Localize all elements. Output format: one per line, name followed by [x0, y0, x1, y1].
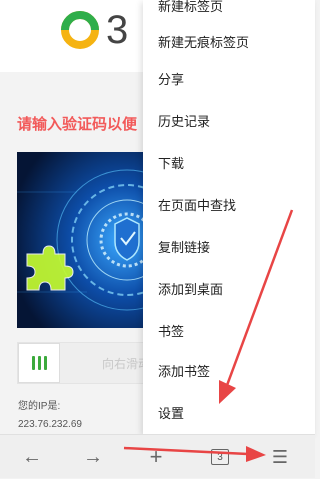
- logo-text: 3: [106, 8, 129, 52]
- new-tab-icon[interactable]: +: [136, 435, 176, 479]
- bottom-toolbar: ← → + 3 ☰: [0, 434, 315, 478]
- ip-label: 您的IP是:: [18, 401, 61, 412]
- menu-item-copy-link[interactable]: 复制链接: [143, 226, 315, 266]
- captcha-title: 请输入验证码以便: [17, 116, 138, 133]
- overflow-menu: 新建标签页 新建无痕标签页 分享 历史记录 下载 在页面中查找 复制链接 添加到…: [143, 0, 315, 434]
- back-icon[interactable]: ←: [12, 435, 52, 479]
- grip-icon: [31, 356, 35, 370]
- logo-icon: [61, 11, 99, 49]
- menu-icon[interactable]: ☰: [260, 435, 300, 479]
- tab-count-badge: 3: [211, 449, 229, 465]
- menu-item-add-bookmark[interactable]: 添加书签: [143, 350, 315, 390]
- slider-handle[interactable]: [18, 343, 60, 383]
- menu-item-find-in-page[interactable]: 在页面中查找: [143, 184, 315, 224]
- menu-item-share[interactable]: 分享: [143, 58, 315, 98]
- menu-item-history[interactable]: 历史记录: [143, 100, 315, 140]
- menu-item-add-to-desktop[interactable]: 添加到桌面: [143, 268, 315, 308]
- menu-item-downloads[interactable]: 下载: [143, 142, 315, 182]
- forward-icon[interactable]: →: [73, 435, 113, 479]
- ip-value: 223.76.232.69: [18, 419, 82, 430]
- tabs-button[interactable]: 3: [200, 435, 240, 479]
- menu-item-bookmarks[interactable]: 书签: [143, 310, 315, 350]
- menu-item-settings[interactable]: 设置: [143, 392, 315, 432]
- menu-item-new-incognito-tab[interactable]: 新建无痕标签页: [143, 21, 315, 61]
